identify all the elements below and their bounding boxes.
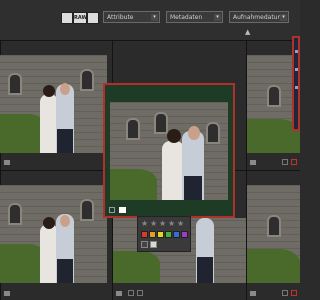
- color-label-blue[interactable]: [173, 231, 180, 238]
- grid-icon[interactable]: [87, 12, 99, 24]
- reject-icon[interactable]: [137, 290, 143, 296]
- flag-icon[interactable]: [116, 291, 122, 296]
- flag-icon[interactable]: [119, 207, 126, 213]
- star-icon[interactable]: ★: [141, 220, 149, 228]
- metadata-filter-dropdown[interactable]: Metadaten ▾: [166, 11, 223, 23]
- photo-thumbnail[interactable]: [0, 55, 107, 153]
- star-icon[interactable]: ★: [177, 220, 185, 228]
- photo-thumbnail[interactable]: [0, 185, 107, 283]
- color-label-green[interactable]: [165, 231, 172, 238]
- metadata-filter-label: Metadaten: [170, 14, 203, 21]
- capture-date-filter-label: Aufnahmedatum: [233, 14, 284, 21]
- reject-icon[interactable]: [291, 290, 297, 296]
- side-popup[interactable]: [292, 36, 300, 131]
- color-label-orange[interactable]: [149, 231, 156, 238]
- flag-icon[interactable]: [150, 241, 157, 248]
- photo-thumbnail[interactable]: [247, 185, 300, 283]
- color-label-icon[interactable]: [282, 159, 288, 165]
- popup-bullet: [295, 50, 298, 53]
- grid-divider: [0, 40, 300, 41]
- color-label-icon[interactable]: [282, 290, 288, 296]
- capture-date-filter-dropdown[interactable]: Aufnahmedatum ▾: [229, 11, 289, 23]
- color-label-icon[interactable]: [109, 207, 115, 213]
- attribute-filter-label: Attribute: [107, 14, 134, 21]
- top-toolbar: RAW Attribute ▾ Metadaten ▾ Aufnahmedatu…: [0, 0, 300, 40]
- color-label-red[interactable]: [141, 231, 148, 238]
- enlarged-preview[interactable]: [103, 83, 235, 218]
- rating-label-panel: ★ ★ ★ ★ ★: [137, 216, 191, 252]
- image-icon[interactable]: [61, 12, 73, 24]
- chevron-up-icon[interactable]: ▲: [245, 28, 250, 36]
- reject-icon[interactable]: [291, 159, 297, 165]
- preview-photo: [110, 102, 228, 200]
- color-label-yellow[interactable]: [157, 231, 164, 238]
- chevron-down-icon: ▾: [280, 14, 287, 21]
- popup-bullet: [295, 86, 298, 89]
- chevron-down-icon: ▾: [151, 14, 158, 21]
- star-icon[interactable]: ★: [168, 220, 176, 228]
- flag-icon[interactable]: [4, 160, 10, 165]
- raw-toggle-button[interactable]: RAW: [73, 12, 87, 24]
- flag-icon[interactable]: [250, 291, 256, 296]
- chevron-down-icon: ▾: [214, 14, 221, 21]
- star-icon[interactable]: ★: [159, 220, 167, 228]
- flag-icon[interactable]: [4, 291, 10, 296]
- reject-icon[interactable]: [141, 241, 148, 248]
- attribute-filter-dropdown[interactable]: Attribute ▾: [103, 11, 160, 23]
- star-icon[interactable]: ★: [150, 220, 158, 228]
- flag-icon[interactable]: [250, 160, 256, 165]
- popup-bullet: [295, 68, 298, 71]
- color-label-purple[interactable]: [181, 231, 188, 238]
- color-label-icon[interactable]: [128, 290, 134, 296]
